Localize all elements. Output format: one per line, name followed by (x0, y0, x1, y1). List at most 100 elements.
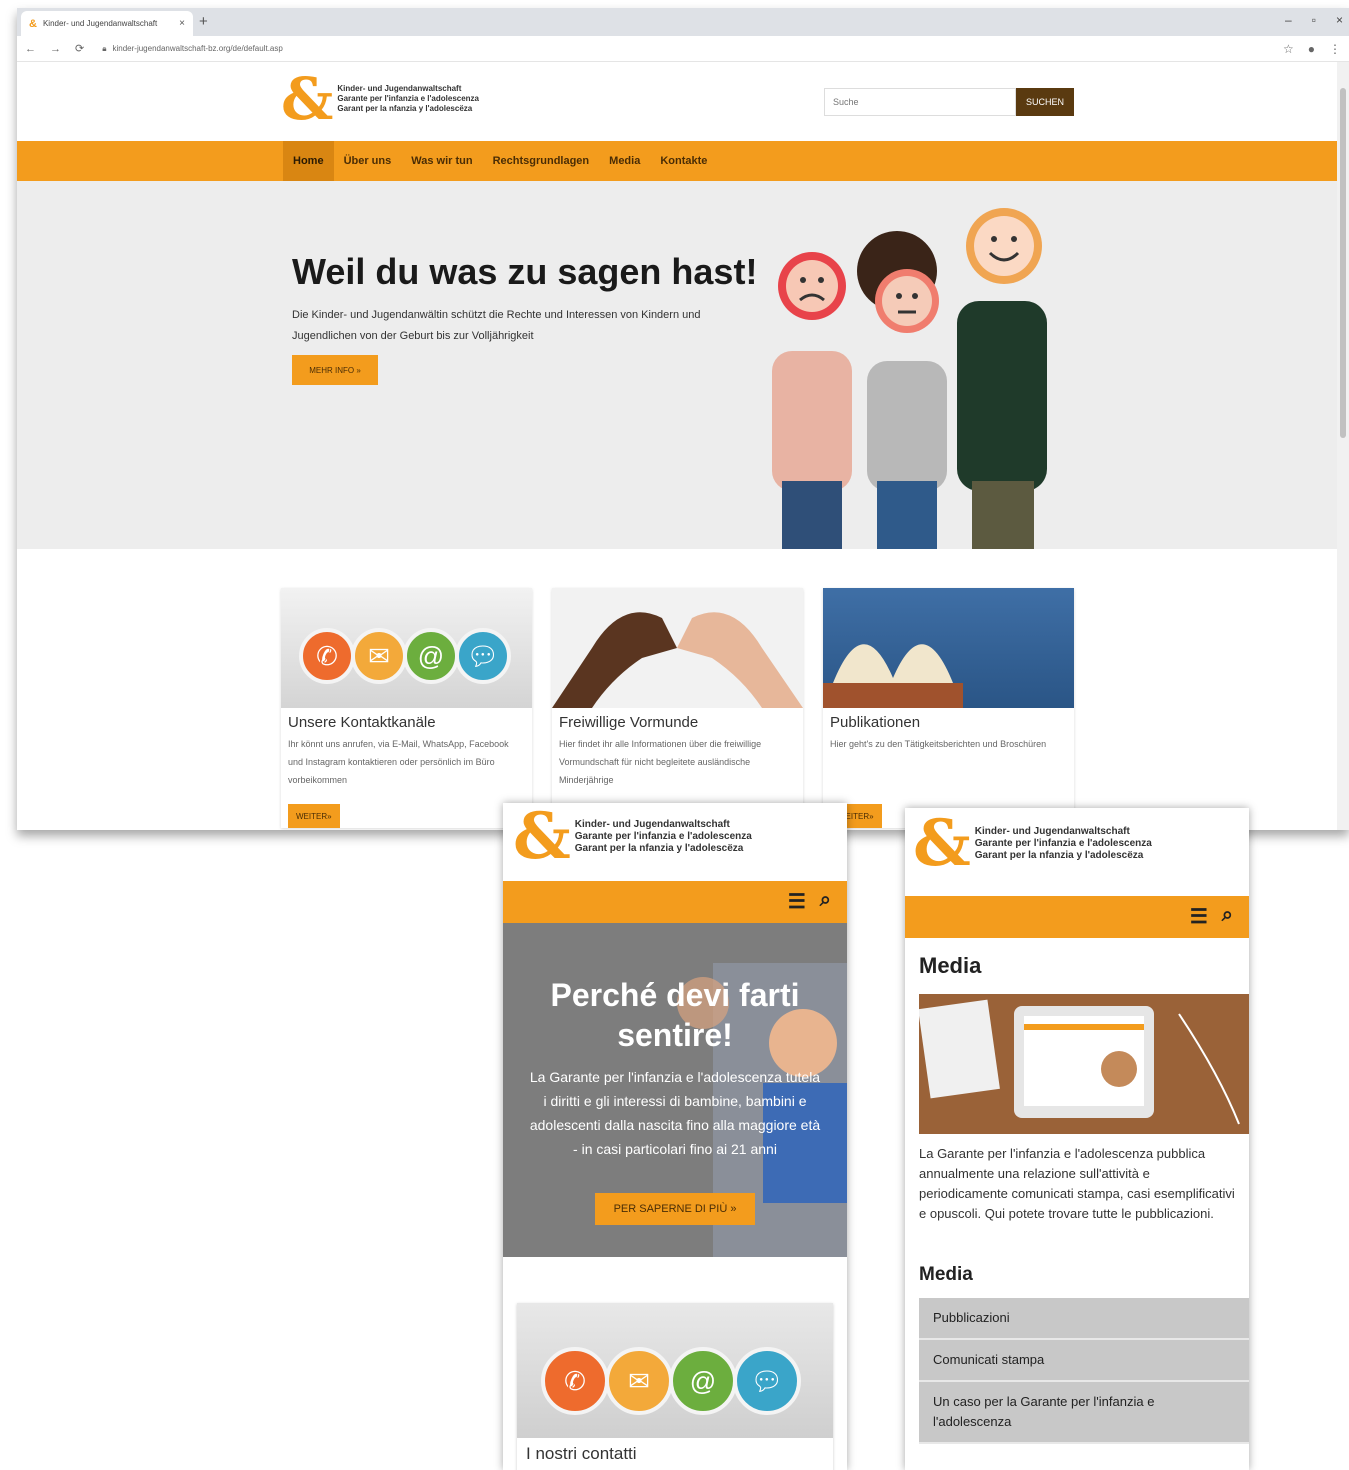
card-publications[interactable]: Publikationen Hier geht's zu den Tätigke… (823, 588, 1074, 828)
maximize-button[interactable]: ▫ (1312, 13, 1316, 27)
chat-icon: 💬︎ (455, 628, 511, 684)
mobile-hero-title: Perché devi farti sentire! (550, 977, 800, 1053)
search-icon[interactable]: ⌕ (820, 889, 831, 914)
mobile-bar-icons: ☰ ⌕ (788, 889, 831, 914)
card-more-button[interactable]: WEITER» (288, 804, 340, 828)
card-voluntary-guardians[interactable]: Freiwillige Vormunde Hier findet ihr all… (552, 588, 803, 828)
nav-item-kontakte[interactable]: Kontakte (650, 141, 717, 181)
logo-line-de: Kinder- und Jugendanwaltschaft (574, 819, 730, 830)
search-input[interactable] (824, 88, 1016, 116)
logo-text: Kinder- und Jugendanwaltschaft Garante p… (575, 819, 752, 855)
main-navigation: Home Über uns Was wir tun Rechtsgrundlag… (17, 141, 1339, 181)
card-title: Publikationen (830, 714, 921, 731)
tablet-on-desk-illustration (919, 994, 1249, 1134)
media-description: La Garante per l'infanzia e l'adolescenz… (919, 1146, 1235, 1221)
card-title: Freiwillige Vormunde (559, 714, 699, 731)
mobile-hero: Perché devi farti sentire! La Garante pe… (503, 923, 847, 1257)
section-title: Media (919, 1264, 973, 1285)
mail-icon: ✉ (351, 628, 407, 684)
at-icon: @ (403, 628, 459, 684)
mobile-nav-bar: ☰ ⌕ (905, 896, 1249, 938)
card-text: Hier geht's zu den Tätigkeitsberichten u… (830, 739, 1047, 749)
page-title: Media (919, 953, 982, 978)
tab-close-icon[interactable]: × (179, 18, 185, 29)
reload-icon[interactable]: ⟳ (75, 42, 84, 55)
search-button[interactable]: SUCHEN (1016, 88, 1074, 116)
back-icon[interactable]: ← (25, 43, 36, 55)
card-text: Hier findet ihr alle Informationen über … (559, 739, 762, 785)
nav-item-was-wir-tun[interactable]: Was wir tun (401, 141, 482, 181)
open-book-illustration (823, 644, 963, 708)
address-actions: ☆ ● ⋮ (1283, 42, 1341, 56)
submenu-item-comunicati-stampa[interactable]: Comunicati stampa (919, 1340, 1249, 1382)
hamburger-icon[interactable]: ☰ (1190, 904, 1208, 929)
logo-line-lad: Garant per la nfanzia y l'adolescëza (574, 843, 744, 854)
new-tab-button[interactable]: + (199, 13, 208, 30)
card-our-contacts[interactable]: ✆ ✉ @ 💬︎ I nostri contatti (517, 1303, 833, 1470)
lock-icon: 🔒︎ (102, 43, 107, 53)
site-logo[interactable]: & Kinder- und Jugendanwaltschaft Garante… (281, 70, 479, 128)
browser-tab[interactable]: & Kinder- und Jugendanwaltschaft × (21, 11, 193, 36)
profile-icon[interactable]: ● (1308, 42, 1315, 56)
card-contact-channels[interactable]: ✆ ✉ @ 💬︎ Unsere Kontaktkanäle Ihr könnt … (281, 588, 532, 828)
page-scrollbar[interactable] (1337, 62, 1349, 830)
minimize-button[interactable]: – (1285, 13, 1292, 27)
logo-line-lad: Garant per la nfanzia y l'adolescëza (337, 104, 473, 113)
card-image-contact-icons: ✆ ✉ @ 💬︎ (281, 588, 532, 708)
site-logo[interactable]: & Kinder- und Jugendanwaltschaft Garante… (913, 812, 1152, 876)
hero-banner: Weil du was zu sagen hast! Die Kinder- u… (17, 181, 1339, 549)
browser-window: & Kinder- und Jugendanwaltschaft × + – ▫… (17, 8, 1349, 830)
submenu-item-un-caso[interactable]: Un caso per la Garante per l'infanzia e … (919, 1382, 1249, 1444)
site-logo[interactable]: & Kinder- und Jugendanwaltschaft Garante… (513, 805, 752, 869)
logo-mark-icon: & (513, 803, 571, 874)
card-image-contact-icons: ✆ ✉ @ 💬︎ (517, 1303, 833, 1438)
mobile-nav-bar: ☰ ⌕ (503, 881, 847, 923)
logo-line-de: Kinder- und Jugendanwaltschaft (974, 826, 1130, 837)
url-field[interactable]: 🔒︎ kinder-jugendanwaltschaft-bz.org/de/de… (102, 44, 283, 54)
chat-icon: 💬︎ (733, 1347, 801, 1415)
site-header: & Kinder- und Jugendanwaltschaft Garante… (17, 62, 1349, 141)
search-form: SUCHEN (824, 88, 1074, 116)
at-icon: @ (669, 1347, 737, 1415)
composite-stage: & Kinder- und Jugendanwaltschaft × + – ▫… (0, 0, 1349, 1470)
scrollbar-thumb[interactable] (1340, 88, 1346, 438)
heart-hands-illustration (552, 612, 803, 708)
tab-title: Kinder- und Jugendanwaltschaft (42, 19, 158, 28)
phone-icon: ✆ (299, 628, 355, 684)
submenu-item-pubblicazioni[interactable]: Pubblicazioni (919, 1298, 1249, 1340)
page-viewport: & Kinder- und Jugendanwaltschaft Garante… (17, 62, 1349, 830)
forward-icon[interactable]: → (50, 43, 61, 55)
window-controls: – ▫ × (1285, 13, 1343, 27)
logo-text: Kinder- und Jugendanwaltschaft Garante p… (975, 826, 1152, 862)
address-bar: ← → ⟳ 🔒︎ kinder-jugendanwaltschaft-bz.org… (17, 36, 1349, 62)
logo-mark-icon: & (281, 65, 334, 133)
logo-line-lad: Garant per la nfanzia y l'adolescëza (974, 850, 1144, 861)
learn-more-button[interactable]: PER SAPERNE DI PIÙ » (595, 1193, 755, 1225)
nav-item-ueber-uns[interactable]: Über uns (334, 141, 402, 181)
hero-photo-three-teens-with-emoji-masks (772, 208, 1047, 549)
more-info-button[interactable]: MEHR INFO » (292, 355, 378, 385)
media-photo-tablet (919, 994, 1249, 1134)
logo-line-de: Kinder- und Jugendanwaltschaft (337, 84, 462, 93)
nav-item-rechtsgrundlagen[interactable]: Rechtsgrundlagen (483, 141, 600, 181)
media-submenu: Pubblicazioni Comunicati stampa Un caso … (919, 1298, 1249, 1444)
mobile-view-italian-home: & Kinder- und Jugendanwaltschaft Garante… (503, 803, 847, 1470)
phone-icon: ✆ (541, 1347, 609, 1415)
card-image-open-book (823, 588, 1074, 708)
hero-title: Weil du was zu sagen hast! (292, 251, 758, 292)
hamburger-icon[interactable]: ☰ (788, 889, 806, 914)
mobile-hero-text: La Garante per l'infanzia e l'adolescenz… (529, 1069, 821, 1157)
contact-icons-row: ✆ ✉ @ 💬︎ (541, 1347, 801, 1415)
logo-mark-icon: & (913, 808, 971, 881)
card-image-heart-hands (552, 588, 803, 708)
logo-text: Kinder- und Jugendanwaltschaft Garante p… (337, 84, 479, 114)
search-icon[interactable]: ⌕ (1222, 904, 1233, 929)
nav-item-home[interactable]: Home (283, 141, 334, 181)
close-window-button[interactable]: × (1336, 13, 1343, 27)
nav-item-media[interactable]: Media (599, 141, 650, 181)
teaser-cards: ✆ ✉ @ 💬︎ Unsere Kontaktkanäle Ihr könnt … (281, 588, 1074, 828)
browser-menu-icon[interactable]: ⋮ (1329, 42, 1341, 56)
logo-line-it: Garante per l'infanzia e l'adolescenza (574, 831, 752, 842)
bookmark-star-icon[interactable]: ☆ (1283, 42, 1294, 56)
card-title: I nostri contatti (526, 1444, 637, 1463)
